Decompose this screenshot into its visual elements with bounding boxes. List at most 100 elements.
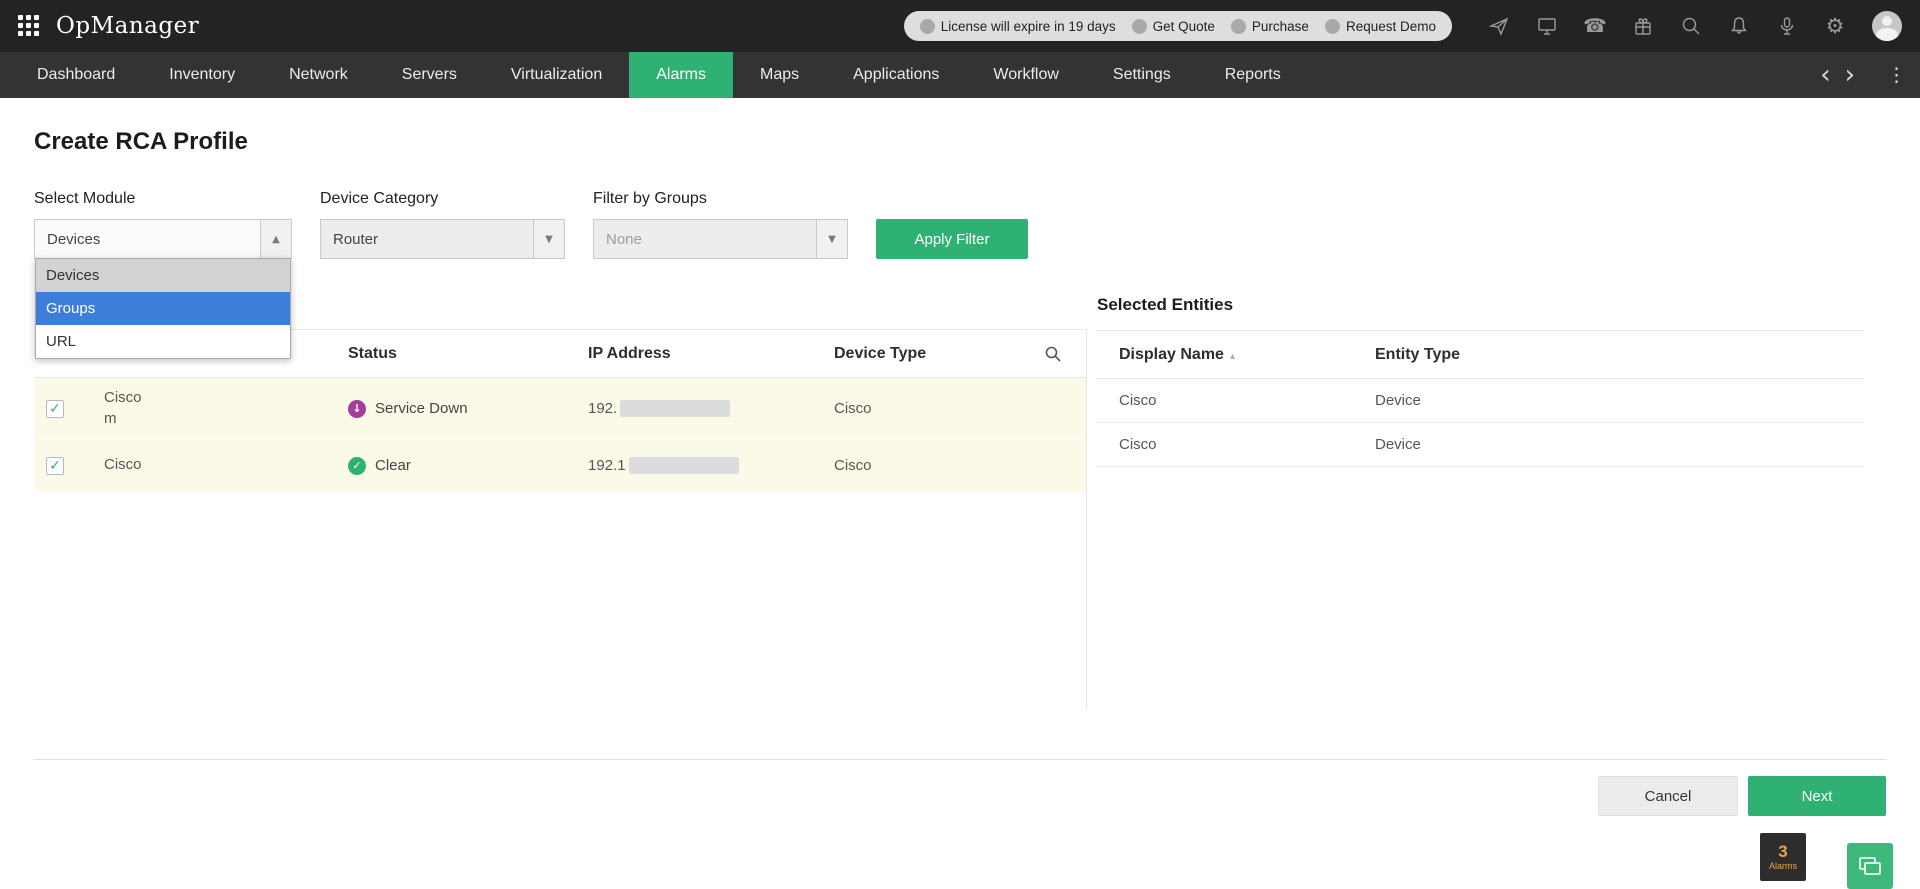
status-cell: Service Down xyxy=(334,399,574,418)
kebab-menu-icon[interactable] xyxy=(1887,64,1906,86)
tab-virtualization[interactable]: Virtualization xyxy=(484,52,629,98)
chevron-down-icon[interactable] xyxy=(533,220,564,258)
device-type-cell: Cisco xyxy=(834,400,872,417)
main-content: Create RCA Profile Select Module Devices… xyxy=(0,128,1920,816)
redacted-ip xyxy=(628,457,739,475)
device-type-cell: Cisco xyxy=(834,457,872,474)
trash-icon[interactable] xyxy=(1613,435,1635,455)
screen-share-icon[interactable] xyxy=(1536,15,1558,37)
main-nav: Dashboard Inventory Network Servers Virt… xyxy=(0,52,1920,98)
app-header: OpManager License will expire in 19 days… xyxy=(0,0,1920,52)
col-ip-address[interactable]: IP Address xyxy=(574,345,820,363)
filter-by-groups-dropdown[interactable]: None xyxy=(593,219,848,259)
alarm-count: 3 xyxy=(1778,841,1788,861)
list-item: Cisco Device xyxy=(1097,423,1863,467)
entity-type: Device xyxy=(1375,436,1421,453)
footer-actions: Cancel Next xyxy=(34,776,1886,816)
request-demo-link[interactable]: Request Demo xyxy=(1324,18,1436,34)
apps-grid-icon[interactable] xyxy=(18,15,40,37)
apply-filter-button[interactable]: Apply Filter xyxy=(876,219,1028,259)
device-category-label: Device Category xyxy=(320,190,439,207)
search-icon[interactable] xyxy=(1680,15,1702,37)
license-expiry-text: License will expire in 19 days xyxy=(919,18,1116,34)
mic-icon[interactable] xyxy=(1776,15,1798,37)
tab-network[interactable]: Network xyxy=(262,52,375,98)
select-module-label: Select Module xyxy=(34,190,136,207)
app-logo[interactable]: OpManager xyxy=(56,13,199,39)
service-down-icon xyxy=(348,399,366,418)
trash-icon[interactable] xyxy=(1613,391,1635,411)
entity-name: Cisco xyxy=(1119,436,1157,453)
device-name-cell: Cisco xyxy=(104,456,142,474)
ip-cell: 192. xyxy=(574,400,820,418)
row-checkbox[interactable] xyxy=(46,399,64,418)
bell-icon[interactable] xyxy=(1728,15,1750,37)
col-status[interactable]: Status xyxy=(334,345,574,363)
device-category-value: Router xyxy=(333,230,379,248)
entity-type: Device xyxy=(1375,392,1421,409)
gear-icon[interactable] xyxy=(1824,15,1846,37)
screen-share-button[interactable] xyxy=(1847,843,1893,889)
tab-dashboard[interactable]: Dashboard xyxy=(10,52,142,98)
purchase-link[interactable]: Purchase xyxy=(1230,18,1309,34)
select-module-value: Devices xyxy=(47,230,101,248)
cancel-button[interactable]: Cancel xyxy=(1598,776,1738,816)
status-cell: Clear xyxy=(334,456,574,475)
alarm-count-label: Alarms xyxy=(1768,861,1797,872)
next-button[interactable]: Next xyxy=(1748,776,1886,816)
sort-icon[interactable] xyxy=(1230,351,1235,362)
option-devices[interactable]: Devices xyxy=(36,259,290,292)
selected-entities-header: Display Name Entity Type xyxy=(1097,331,1863,379)
selected-entities-table: Display Name Entity Type Cisco Device Ci… xyxy=(1097,330,1863,467)
option-url[interactable]: URL xyxy=(36,325,290,358)
filter-form: Select Module Devices Devices Groups URL… xyxy=(34,190,1886,359)
chevron-right-icon[interactable] xyxy=(1845,62,1855,88)
select-module-field: Select Module Devices Devices Groups URL xyxy=(34,190,292,359)
chevron-left-icon[interactable] xyxy=(1820,62,1830,88)
filter-by-groups-value: None xyxy=(606,230,642,248)
paper-plane-icon[interactable] xyxy=(1488,15,1510,37)
device-name-cell: Cisco m xyxy=(104,389,142,427)
device-category-dropdown[interactable]: Router xyxy=(320,219,565,259)
tab-maps[interactable]: Maps xyxy=(733,52,826,98)
license-pill: License will expire in 19 days Get Quote… xyxy=(903,11,1452,41)
tab-alarms[interactable]: Alarms xyxy=(629,52,733,98)
chevron-down-icon[interactable] xyxy=(816,220,847,258)
clear-status-icon xyxy=(348,456,366,475)
col-device-type[interactable]: Device Type xyxy=(820,345,1030,363)
avatar[interactable] xyxy=(1872,11,1902,41)
filter-by-groups-label: Filter by Groups xyxy=(593,190,707,207)
select-module-options: Devices Groups URL xyxy=(35,258,291,359)
content-split: Device Name Status IP Address Device Typ… xyxy=(34,295,1886,709)
demo-icon xyxy=(1324,18,1340,34)
chevron-up-icon[interactable] xyxy=(260,220,291,258)
filter-by-groups-field: Filter by Groups None xyxy=(593,190,848,259)
phone-icon[interactable] xyxy=(1584,15,1606,37)
redacted-ip xyxy=(620,400,731,418)
tab-workflow[interactable]: Workflow xyxy=(966,52,1086,98)
tab-settings[interactable]: Settings xyxy=(1086,52,1198,98)
tab-reports[interactable]: Reports xyxy=(1198,52,1308,98)
option-groups[interactable]: Groups xyxy=(36,292,290,325)
table-row[interactable]: Cisco Clear 192.1 Cisco xyxy=(34,440,1087,492)
purchase-icon xyxy=(1230,18,1246,34)
select-module-dropdown[interactable]: Devices Devices Groups URL xyxy=(34,219,292,359)
table-row[interactable]: Cisco m Service Down 192. Cisco xyxy=(34,378,1087,440)
get-quote-link[interactable]: Get Quote xyxy=(1131,18,1215,34)
row-checkbox[interactable] xyxy=(46,456,64,475)
alarm-count-badge[interactable]: 3 Alarms xyxy=(1760,833,1806,881)
page-title: Create RCA Profile xyxy=(34,128,248,155)
quote-icon xyxy=(1131,18,1147,34)
gift-icon[interactable] xyxy=(1632,15,1654,37)
tab-servers[interactable]: Servers xyxy=(375,52,484,98)
col-entity-type[interactable]: Entity Type xyxy=(1353,346,1613,364)
list-item: Cisco Device xyxy=(1097,379,1863,423)
tab-applications[interactable]: Applications xyxy=(826,52,966,98)
table-search-icon[interactable] xyxy=(1030,345,1087,363)
tab-inventory[interactable]: Inventory xyxy=(142,52,262,98)
footer-divider xyxy=(34,759,1886,760)
device-category-field: Device Category Router xyxy=(320,190,565,259)
selected-entities-title: Selected Entities xyxy=(1097,295,1234,314)
col-display-name[interactable]: Display Name xyxy=(1097,346,1353,364)
license-icon xyxy=(919,18,935,34)
